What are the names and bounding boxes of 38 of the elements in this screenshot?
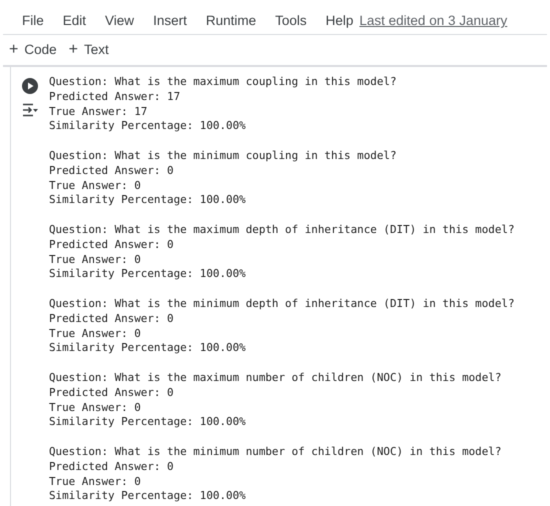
menu-item[interactable]: View [105, 13, 134, 29]
output-line: Predicted Answer: 17 [49, 90, 182, 105]
add-cell-button[interactable]: + Text [68, 42, 109, 58]
output-line: Question: What is the maximum number of children (NOC) in this model? [49, 370, 502, 386]
output-line: Question: What is the minimum coupling in this model? [49, 148, 398, 164]
output-line: True Answer: 0 [49, 474, 142, 490]
menu-item[interactable]: Runtime [206, 13, 256, 29]
output-line: Predicted Answer: 0 [49, 164, 175, 179]
menu-item[interactable]: Help [326, 13, 354, 29]
plus-icon: + [68, 42, 78, 58]
menu-item[interactable]: Insert [153, 13, 187, 29]
output-line: Similarity Percentage: 100.00% [49, 267, 247, 282]
output-line: Similarity Percentage: 100.00% [49, 489, 247, 504]
last-edited-link[interactable]: Last edited on 3 January [359, 13, 508, 29]
output-line: True Answer: 0 [49, 178, 142, 194]
output-line: Similarity Percentage: 100.00% [49, 341, 247, 356]
menu-item[interactable]: Tools [275, 13, 307, 29]
add-cell-button[interactable]: + Code [9, 42, 57, 58]
menu-item[interactable]: File [22, 13, 44, 29]
output-line: True Answer: 0 [49, 326, 142, 342]
output-line: Similarity Percentage: 100.00% [49, 119, 247, 134]
output-toggle-icon[interactable] [22, 103, 38, 117]
output-line: Question: What is the maximum coupling in this model? [49, 75, 398, 90]
output-line: Question: What is the maximum depth of inheritance (DIT) in this model? [49, 222, 515, 238]
output-line: Predicted Answer: 0 [49, 460, 175, 475]
run-icon[interactable] [22, 78, 38, 94]
output-line: Question: What is the minimum depth of inheritance (DIT) in this model? [49, 296, 515, 312]
output-line: Similarity Percentage: 100.00% [49, 193, 247, 208]
output-line: True Answer: 0 [49, 252, 142, 268]
menu-item[interactable]: Edit [62, 13, 86, 29]
output-line: Predicted Answer: 0 [49, 386, 175, 401]
plus-icon: + [9, 42, 18, 58]
output-line: Question: What is the minimum number of children (NOC) in this model? [49, 444, 502, 460]
output-line: Predicted Answer: 0 [49, 238, 175, 253]
output-line: True Answer: 0 [49, 400, 142, 416]
output-line: Similarity Percentage: 100.00% [49, 415, 247, 430]
output-line: True Answer: 17 [49, 104, 148, 120]
output-line: Predicted Answer: 0 [49, 312, 175, 327]
